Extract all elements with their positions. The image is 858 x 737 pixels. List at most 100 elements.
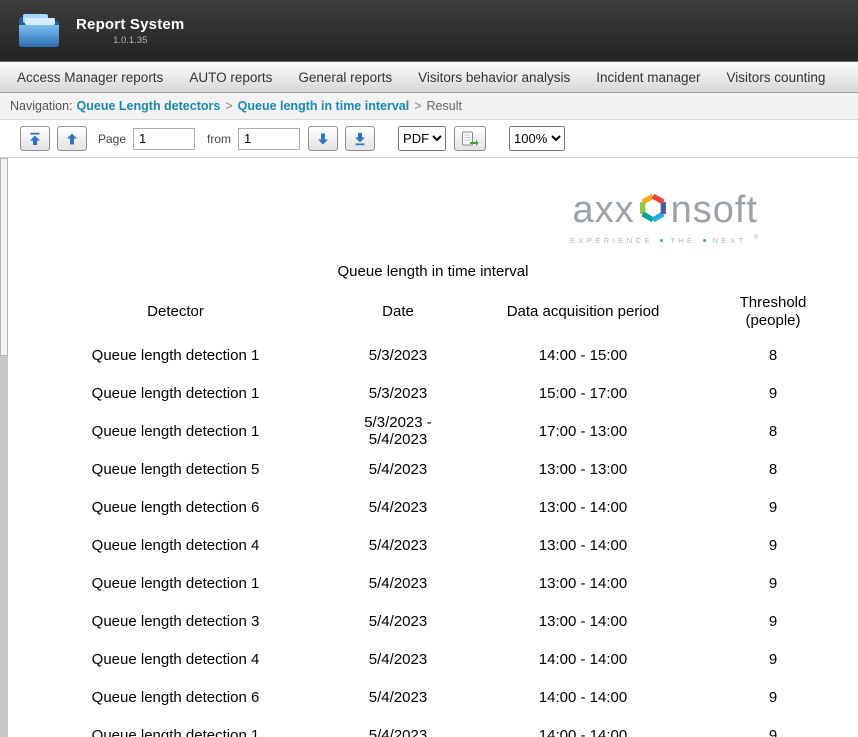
registered-mark: ® — [754, 235, 758, 241]
app-header: Report System 1.0.1.35 — [0, 0, 858, 62]
breadcrumb-separator: > — [225, 99, 232, 113]
table-row: Queue length detection 65/4/202313:00 - … — [21, 488, 846, 526]
table-cell: Queue length detection 1 — [21, 336, 331, 374]
table-cell: Queue length detection 1 — [21, 374, 331, 412]
logo-tagline: EXPERIENCE THE NEXT ® — [570, 236, 758, 245]
report-table: DetectorDateData acquisition periodThres… — [21, 288, 846, 737]
column-header: Detector — [21, 288, 331, 336]
table-cell: 9 — [701, 374, 846, 412]
table-cell: 5/4/2023 — [331, 526, 466, 564]
menu-item-0[interactable]: Access Manager reports — [4, 70, 176, 85]
table-cell: 5/4/2023 — [331, 602, 466, 640]
app-title: Report System — [76, 16, 184, 33]
table-cell: 14:00 - 15:00 — [466, 336, 701, 374]
breadcrumb-label: Navigation: — [10, 99, 73, 113]
format-select[interactable]: PDF — [398, 126, 446, 151]
table-row: Queue length detection 45/4/202313:00 - … — [21, 526, 846, 564]
table-cell: Queue length detection 1 — [21, 716, 331, 737]
page-label: Page — [98, 132, 126, 146]
table-cell: 5/4/2023 — [331, 564, 466, 602]
breadcrumb-link[interactable]: Queue Length detectors — [77, 99, 221, 113]
breadcrumb-link[interactable]: Queue length in time interval — [238, 99, 410, 113]
zoom-select[interactable]: 100% — [509, 126, 565, 151]
table-cell: 14:00 - 14:00 — [466, 640, 701, 678]
logo-hexagon-icon — [636, 190, 670, 233]
arrow-up-bar-icon — [28, 132, 42, 146]
tagline-word: EXPERIENCE — [570, 236, 653, 245]
breadcrumb-links: Queue Length detectors > Queue length in t… — [77, 99, 462, 113]
scrollbar-thumb[interactable] — [0, 158, 8, 356]
table-row: Queue length detection 15/3/202314:00 - … — [21, 336, 846, 374]
table-cell: 5/4/2023 — [331, 488, 466, 526]
page-count-input[interactable] — [238, 128, 300, 150]
breadcrumb: Navigation: Queue Length detectors>Queue… — [0, 93, 858, 120]
export-button[interactable] — [454, 126, 486, 151]
tagline-dot-icon — [703, 239, 706, 242]
table-cell: Queue length detection 1 — [21, 412, 331, 450]
report-table-head-row: DetectorDateData acquisition periodThres… — [21, 288, 846, 336]
next-page-button[interactable] — [308, 126, 338, 151]
table-cell: 9 — [701, 716, 846, 737]
table-cell: 5/3/2023 — [331, 374, 466, 412]
table-row: Queue length detection 15/3/2023 - 5/4/2… — [21, 412, 846, 450]
axxonsoft-logo: axx nsoft EXPERIENCE THE NEXT ® — [8, 158, 858, 245]
table-cell: 5/4/2023 — [331, 640, 466, 678]
arrow-down-bar-icon — [353, 132, 367, 146]
previous-page-button[interactable] — [57, 126, 87, 151]
report-page: axx nsoft EXPERIENCE THE NEXT ® Queue lengt… — [8, 158, 858, 737]
table-cell: 15:00 - 17:00 — [466, 374, 701, 412]
table-row: Queue length detection 15/3/202315:00 - … — [21, 374, 846, 412]
table-row: Queue length detection 15/4/202313:00 - … — [21, 564, 846, 602]
arrow-down-icon — [316, 132, 330, 146]
menu-item-3[interactable]: Visitors behavior analysis — [405, 70, 583, 85]
vertical-scrollbar[interactable] — [0, 158, 8, 737]
logo-text-prefix: axx — [572, 191, 634, 229]
table-cell: 13:00 - 14:00 — [466, 602, 701, 640]
menu-item-1[interactable]: AUTO reports — [176, 70, 285, 85]
breadcrumb-current: Result — [427, 99, 462, 113]
logo-text-suffix: nsoft — [671, 191, 758, 229]
table-cell: 9 — [701, 640, 846, 678]
report-title: Queue length in time interval — [8, 263, 858, 280]
menu-bar: Access Manager reportsAUTO reportsGenera… — [0, 62, 858, 93]
table-cell: 13:00 - 13:00 — [466, 450, 701, 488]
export-icon — [461, 131, 479, 147]
table-cell: 5/4/2023 — [331, 450, 466, 488]
menu-item-5[interactable]: Visitors counting — [714, 70, 839, 85]
table-cell: 9 — [701, 678, 846, 716]
table-cell: 8 — [701, 450, 846, 488]
table-cell: Queue length detection 4 — [21, 640, 331, 678]
column-header: Threshold (people) — [701, 288, 846, 336]
toolbar: Page from PDF 100% — [0, 120, 858, 158]
table-row: Queue length detection 15/4/202314:00 - … — [21, 716, 846, 737]
breadcrumb-separator: > — [414, 99, 421, 113]
last-page-button[interactable] — [345, 126, 375, 151]
menu-item-2[interactable]: General reports — [285, 70, 405, 85]
table-cell: 9 — [701, 602, 846, 640]
page-input[interactable] — [133, 128, 195, 150]
column-header: Date — [331, 288, 466, 336]
table-cell: 13:00 - 14:00 — [466, 564, 701, 602]
table-cell: 5/4/2023 — [331, 678, 466, 716]
tagline-dot-icon — [660, 239, 663, 242]
table-cell: Queue length detection 4 — [21, 526, 331, 564]
report-table-body: Queue length detection 15/3/202314:00 - … — [21, 336, 846, 737]
report-viewer: axx nsoft EXPERIENCE THE NEXT ® Queue lengt… — [0, 158, 858, 737]
table-cell: 13:00 - 14:00 — [466, 526, 701, 564]
table-row: Queue length detection 45/4/202314:00 - … — [21, 640, 846, 678]
tagline-word: THE — [670, 236, 696, 245]
column-header: Data acquisition period — [466, 288, 701, 336]
tagline-word: NEXT — [713, 236, 747, 245]
table-cell: 14:00 - 14:00 — [466, 678, 701, 716]
table-cell: 9 — [701, 526, 846, 564]
first-page-button[interactable] — [20, 126, 50, 151]
menu-item-4[interactable]: Incident manager — [583, 70, 713, 85]
table-cell: 14:00 - 14:00 — [466, 716, 701, 737]
table-row: Queue length detection 65/4/202314:00 - … — [21, 678, 846, 716]
table-cell: Queue length detection 6 — [21, 488, 331, 526]
table-cell: Queue length detection 6 — [21, 678, 331, 716]
table-cell: Queue length detection 5 — [21, 450, 331, 488]
table-cell: 5/3/2023 — [331, 336, 466, 374]
arrow-up-icon — [65, 132, 79, 146]
table-cell: 8 — [701, 412, 846, 450]
